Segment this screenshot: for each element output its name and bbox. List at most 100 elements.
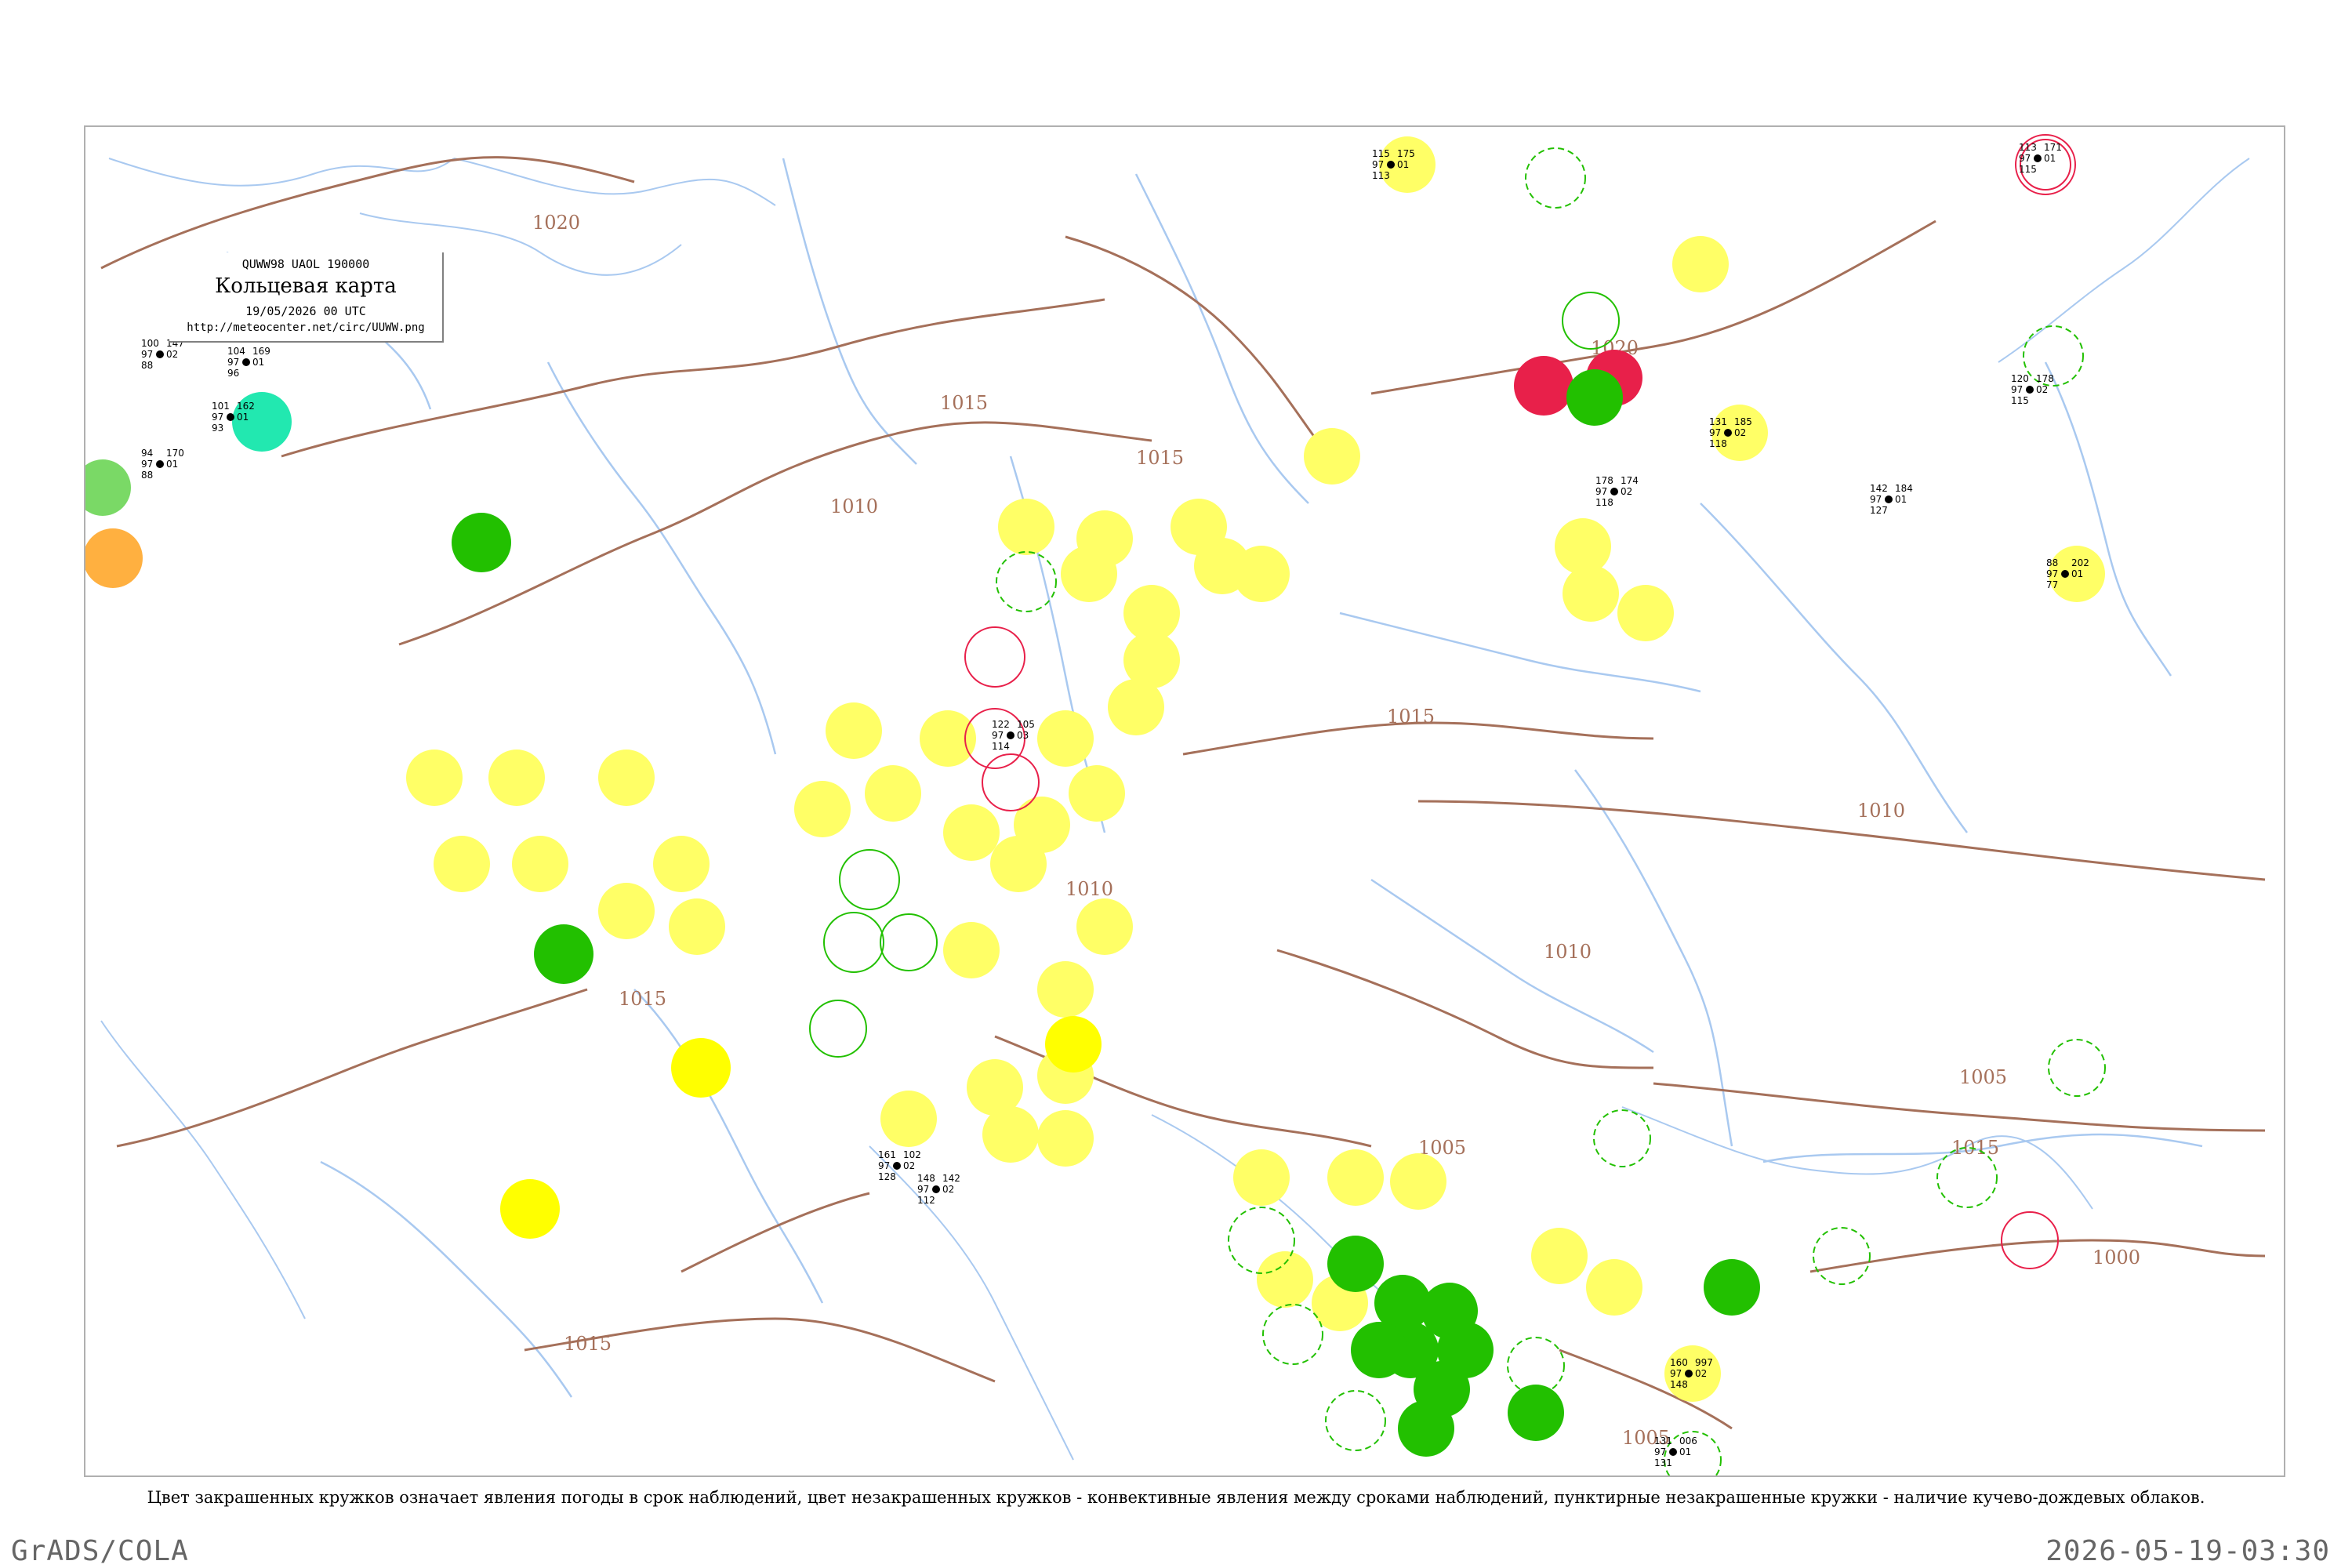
- station-plot: 94 170 97 01 88: [141, 448, 184, 481]
- station-value: 120: [2011, 373, 2029, 384]
- station-dot: [156, 460, 164, 468]
- weather-circle-yellow: [653, 836, 710, 892]
- station-dot: [1007, 731, 1014, 739]
- station-value: 02: [942, 1184, 954, 1195]
- station-value: 97: [2011, 384, 2023, 395]
- station-value: 118: [1595, 497, 1613, 508]
- station-value: 131: [1654, 1436, 1672, 1446]
- weather-circle-yellow: [1563, 565, 1619, 622]
- weather-circle-green: [1566, 369, 1623, 426]
- weather-circle-yellow: [671, 1038, 731, 1098]
- station-dot: [2034, 154, 2042, 162]
- station-dot: [893, 1162, 901, 1170]
- station-value: 115: [2011, 395, 2029, 406]
- station-value: 97: [1372, 159, 1384, 170]
- station-value: 160: [1670, 1357, 1688, 1368]
- station-plot: 113 171 97 01 115: [2019, 142, 2062, 175]
- weather-circle-yellow: [1037, 1110, 1094, 1167]
- station-dot: [1669, 1448, 1677, 1456]
- station-plot: 122 105 97 03 114: [992, 719, 1035, 752]
- isobar-label: 1015: [1387, 706, 1435, 728]
- station-value: 148: [917, 1173, 935, 1184]
- station-value: 112: [917, 1195, 935, 1206]
- outline-rings: [809, 134, 2106, 1475]
- weather-circle-green: [534, 924, 593, 984]
- station-value: 02: [1734, 427, 1746, 438]
- map-header: QUWW98 UAOL 190000 Кольцевая карта 19/05…: [169, 252, 444, 343]
- weather-circle-yellow: [1233, 546, 1290, 602]
- station-value: 97: [878, 1160, 890, 1171]
- weather-circle-green: [1398, 1400, 1454, 1457]
- footer-timestamp: 2026-05-19-03:30: [2045, 1535, 2330, 1567]
- station-value: 02: [2036, 384, 2048, 395]
- station-value: 175: [1397, 148, 1415, 159]
- weather-circle-yellow: [998, 499, 1054, 555]
- station-value: 77: [2046, 579, 2058, 590]
- station-dot: [1885, 495, 1893, 503]
- weather-circle-red: [1514, 356, 1573, 416]
- station-value: 01: [166, 459, 178, 470]
- weather-circle-yellow: [500, 1179, 560, 1239]
- weather-circle-yellow: [880, 1091, 937, 1147]
- synoptic-map[interactable]: 1020 1015 1010 1015 1015 1010 1015 1010 …: [84, 125, 2285, 1477]
- weather-circle-yellow: [1257, 1251, 1313, 1308]
- station-value: 03: [1017, 730, 1029, 741]
- station-value: 88: [141, 360, 153, 371]
- weather-circle-yellow: [865, 765, 921, 822]
- isobar-label: 1015: [564, 1333, 612, 1355]
- isobar-label: 1015: [940, 392, 988, 414]
- station-value: 01: [1397, 159, 1409, 170]
- weather-circle-yellow: [1617, 585, 1674, 641]
- station-value: 97: [1654, 1446, 1666, 1457]
- station-value: 97: [917, 1184, 929, 1195]
- map-date: 19/05/2026 00 UTC: [245, 304, 366, 318]
- station-dot: [227, 413, 234, 421]
- station-plot: 178 174 97 02 118: [1595, 475, 1639, 508]
- station-value: 128: [878, 1171, 896, 1182]
- isobar-label: 1010: [1544, 941, 1592, 963]
- source-url[interactable]: http://meteocenter.net/circ/UUWW.png: [169, 321, 442, 334]
- weather-circle-yellow: [1304, 428, 1360, 485]
- weather-circle-yellow: [1390, 1153, 1446, 1210]
- weather-circle-yellow: [826, 702, 882, 759]
- station-dot: [156, 350, 164, 358]
- station-dot: [1685, 1370, 1693, 1377]
- station-value: 171: [2044, 142, 2062, 153]
- station-plot: 148 142 97 02 112: [917, 1173, 960, 1206]
- station-value: 01: [1679, 1446, 1691, 1457]
- weather-circle-yellow: [598, 883, 655, 939]
- station-value: 113: [2019, 142, 2037, 153]
- station-value: 97: [141, 459, 153, 470]
- station-dot: [242, 358, 250, 366]
- station-value: 88: [141, 470, 153, 481]
- station-plot: 131 006 97 01 131: [1654, 1436, 1697, 1468]
- station-value: 93: [212, 423, 223, 434]
- isobar-label: 1020: [532, 212, 580, 234]
- station-value: 02: [166, 349, 178, 360]
- station-value: 202: [2071, 557, 2089, 568]
- station-value: 97: [212, 412, 223, 423]
- station-value: 006: [1679, 1436, 1697, 1446]
- isobar-label: 1010: [1065, 878, 1113, 900]
- station-value: 142: [1870, 483, 1888, 494]
- station-value: 174: [1621, 475, 1639, 486]
- station-value: 97: [227, 357, 239, 368]
- weather-circle-yellow: [598, 750, 655, 806]
- weather-circle-green: [452, 513, 511, 572]
- isobar-label: 1010: [830, 495, 878, 517]
- station-value: 115: [2019, 164, 2037, 175]
- station-value: 104: [227, 346, 245, 357]
- station-value: 97: [1709, 427, 1721, 438]
- station-value: 01: [2071, 568, 2083, 579]
- weather-circle-yellow: [1327, 1149, 1384, 1206]
- station-value: 184: [1895, 483, 1913, 494]
- weather-circle-yellow: [1672, 236, 1729, 292]
- isobar-label: 1010: [1857, 800, 1905, 822]
- weather-circle-yellow: [794, 781, 851, 837]
- weather-circle-green: [1704, 1259, 1760, 1316]
- station-value: 97: [2046, 568, 2058, 579]
- station-value: 131: [1654, 1457, 1672, 1468]
- map-title: Кольцевая карта: [215, 274, 397, 298]
- station-value: 97: [1870, 494, 1882, 505]
- weather-circle-yellow: [1531, 1228, 1588, 1284]
